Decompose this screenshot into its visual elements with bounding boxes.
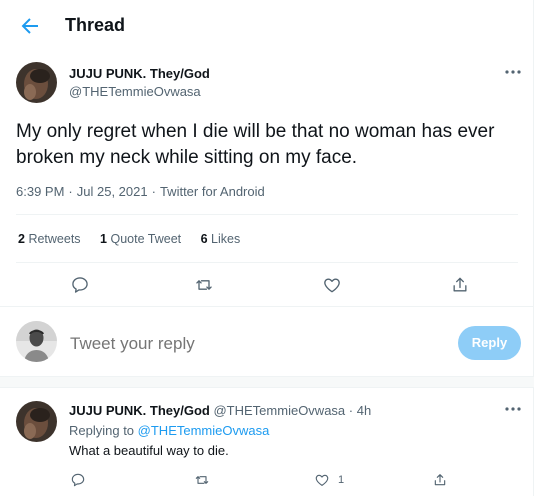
author-handle[interactable]: @THETemmieOvwasa xyxy=(213,403,345,418)
like-icon[interactable] xyxy=(314,472,330,488)
retweet-icon[interactable] xyxy=(194,472,210,488)
reply-input[interactable] xyxy=(70,334,430,354)
share-icon[interactable] xyxy=(450,275,470,295)
quote-tweets-stat[interactable]: 1 Quote Tweet xyxy=(100,232,181,246)
retweets-stat[interactable]: 2 Retweets xyxy=(18,232,81,246)
tweet-date[interactable]: Jul 25, 2021 xyxy=(77,184,148,199)
tweet-source[interactable]: Twitter for Android xyxy=(160,184,265,199)
page-header: Thread xyxy=(0,0,534,52)
back-arrow-icon[interactable] xyxy=(18,14,42,38)
meta-separator: · xyxy=(151,184,156,199)
replying-to: Replying to @THETemmieOvwasa xyxy=(69,423,270,438)
like-icon[interactable] xyxy=(322,275,342,295)
reply-button[interactable]: Reply xyxy=(458,326,521,360)
divider xyxy=(16,214,518,215)
retweet-icon[interactable] xyxy=(194,275,214,295)
reply-time[interactable]: 4h xyxy=(357,403,371,418)
tweet-time[interactable]: 6:39 PM xyxy=(16,184,64,199)
meta-separator: · xyxy=(348,403,354,418)
more-icon[interactable] xyxy=(502,67,524,77)
tweet-meta: 6:39 PM · Jul 25, 2021 · Twitter for Android xyxy=(16,184,265,199)
section-gap xyxy=(0,376,534,388)
reply-header: JUJU PUNK. They/God @THETemmieOvwasa · 4… xyxy=(69,403,371,418)
tweet-stats: 2 Retweets 1 Quote Tweet 6 Likes xyxy=(18,232,256,246)
author-name[interactable]: JUJU PUNK. They/God xyxy=(69,403,210,418)
author-handle[interactable]: @THETemmieOvwasa xyxy=(69,84,201,99)
timeline-column: Thread JUJU PUNK. They/God @THETemmieOvw… xyxy=(0,0,534,496)
reply-icon[interactable] xyxy=(70,472,86,488)
reply-icon[interactable] xyxy=(70,275,90,295)
author-name[interactable]: JUJU PUNK. They/God xyxy=(69,66,210,81)
replying-to-link[interactable]: @THETemmieOvwasa xyxy=(138,423,270,438)
page-title: Thread xyxy=(65,15,126,35)
divider xyxy=(16,262,518,263)
more-icon[interactable] xyxy=(502,404,524,414)
avatar[interactable] xyxy=(16,401,57,442)
likes-stat[interactable]: 6 Likes xyxy=(201,232,241,246)
reply-text: What a beautiful way to die. xyxy=(69,443,229,458)
divider xyxy=(0,306,534,307)
avatar[interactable] xyxy=(16,62,57,103)
user-avatar[interactable] xyxy=(16,321,57,362)
like-count: 1 xyxy=(338,474,345,486)
tweet-text: My only regret when I die will be that n… xyxy=(16,121,495,168)
meta-separator: · xyxy=(68,184,73,199)
share-icon[interactable] xyxy=(432,472,448,488)
